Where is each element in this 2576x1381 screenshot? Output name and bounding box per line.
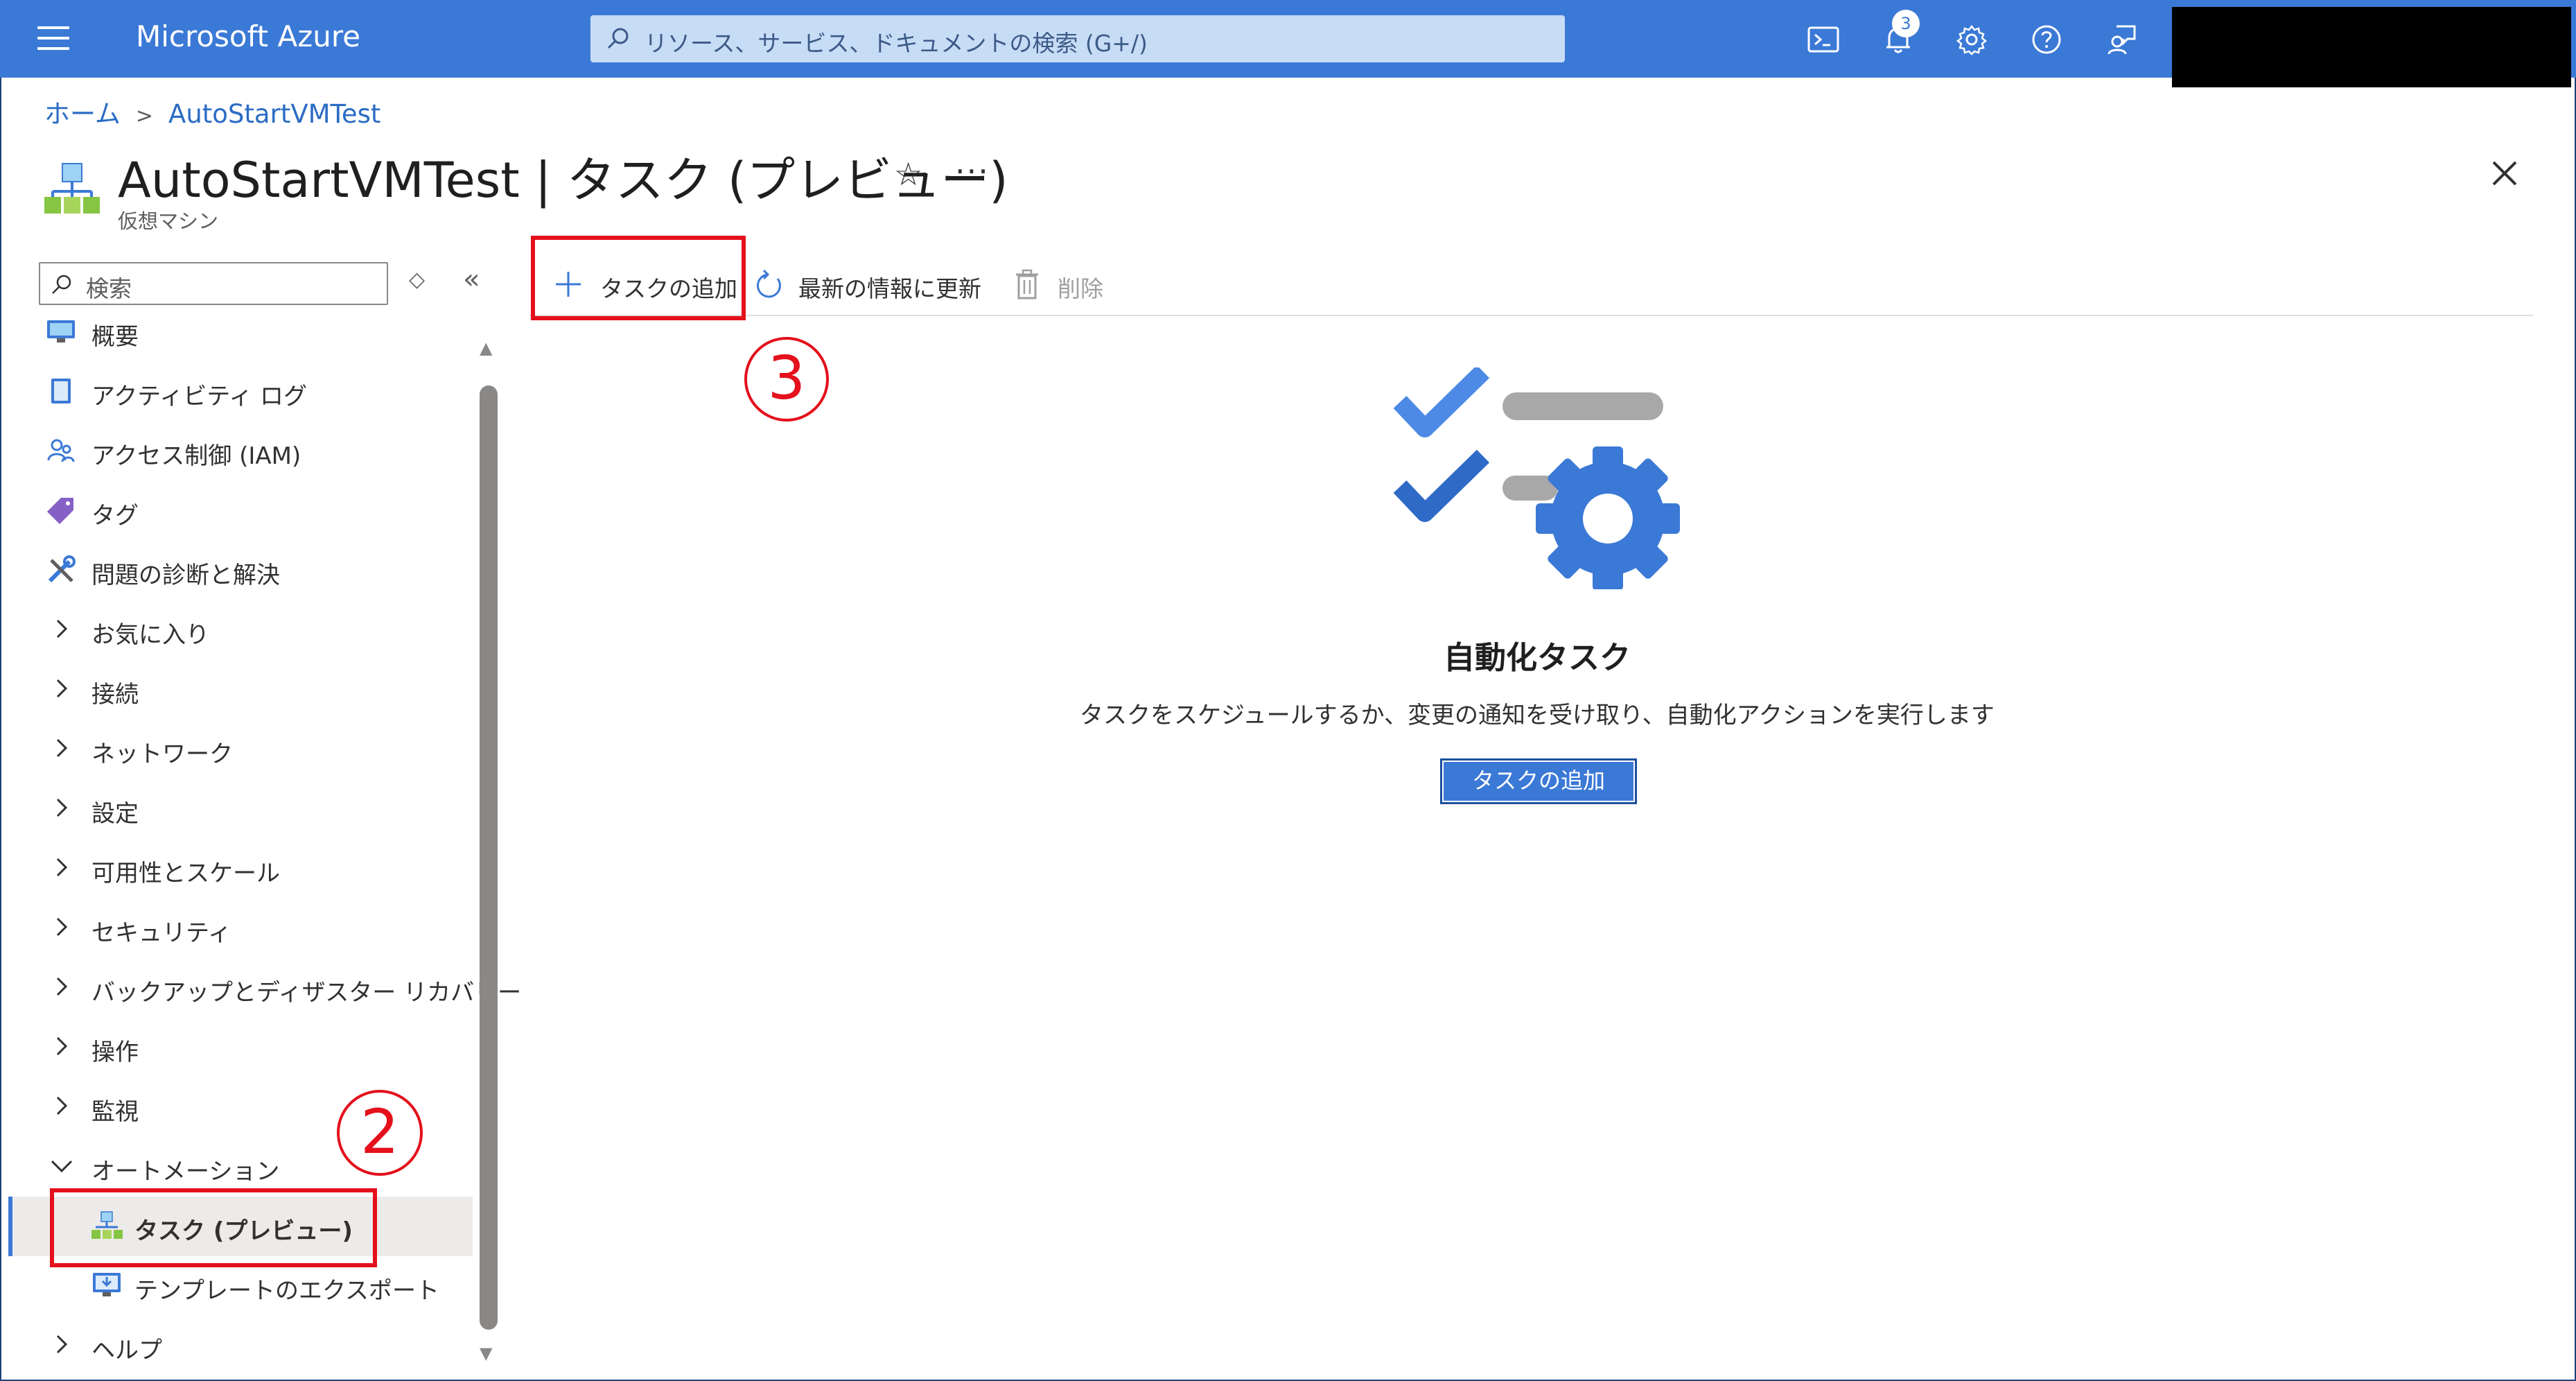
sidebar-group-availability[interactable]: 可用性とスケール — [8, 839, 473, 898]
breadcrumb-separator: > — [135, 104, 154, 128]
add-task-primary-button[interactable]: タスクの追加 — [1440, 758, 1637, 804]
annotation-step-3: 3 — [744, 337, 829, 422]
sidebar-item-label: オートメーション — [91, 1158, 280, 1185]
close-icon[interactable] — [2485, 154, 2524, 193]
sidebar-item-label: お気に入り — [91, 621, 209, 649]
sidebar-group-operations[interactable]: 操作 — [8, 1018, 473, 1077]
sidebar-item-label: 可用性とスケール — [91, 860, 280, 887]
collapse-sidebar-icon[interactable]: « — [463, 263, 480, 295]
sidebar-group-help[interactable]: ヘルプ — [8, 1316, 473, 1375]
chevron-down-icon — [51, 1160, 73, 1173]
sidebar-scrollbar-thumb[interactable] — [480, 385, 498, 1330]
tag-icon — [47, 498, 73, 524]
sidebar-item-label: ヘルプ — [91, 1337, 162, 1364]
chevron-right-icon — [56, 738, 68, 758]
chevron-right-icon — [56, 679, 68, 698]
breadcrumb: ホーム > AutoStartVMTest — [44, 93, 380, 130]
export-template-icon — [93, 1273, 121, 1296]
annotation-box-add-task — [531, 236, 746, 320]
sidebar-item-label: 問題の診断と解決 — [91, 562, 280, 589]
menu-icon[interactable] — [37, 26, 69, 51]
sidebar-item-label: アクティビティ ログ — [91, 383, 308, 410]
feedback-icon[interactable] — [2103, 21, 2140, 58]
sidebar-item-label: 監視 — [91, 1098, 139, 1126]
refresh-label: 最新の情報に更新 — [798, 275, 981, 302]
sidebar-item-tags[interactable]: タグ — [8, 481, 473, 541]
sidebar-item-label: バックアップとディザスター リカバリー — [91, 979, 522, 1007]
global-search-input[interactable]: リソース、サービス、ドキュメントの検索 (G+/) — [590, 15, 1565, 62]
delete-label: 削除 — [1058, 275, 1103, 302]
automation-tasks-illustration — [1393, 367, 1680, 589]
page-title: AutoStartVMTest | タスク (プレビュー) — [118, 152, 1008, 209]
trash-icon — [1016, 269, 1038, 299]
sidebar-item-label: 概要 — [91, 323, 139, 351]
search-icon — [607, 28, 629, 49]
chevron-right-icon — [56, 798, 68, 817]
sidebar-item-diagnose[interactable]: 問題の診断と解決 — [8, 541, 473, 600]
search-placeholder: リソース、サービス、ドキュメントの検索 (G+/) — [645, 30, 1148, 57]
sidebar-item-label: ネットワーク — [91, 740, 233, 768]
gear-icon[interactable] — [1953, 21, 1990, 58]
breadcrumb-resource[interactable]: AutoStartVMTest — [168, 99, 380, 129]
notification-badge: 3 — [1892, 10, 1920, 37]
empty-state-title: 自動化タスク — [1443, 639, 1631, 676]
log-icon — [51, 379, 71, 403]
sidebar-group-security[interactable]: セキュリティ — [8, 898, 473, 958]
more-icon[interactable]: ··· — [955, 153, 990, 190]
scroll-up-arrow[interactable]: ▲ — [480, 338, 492, 358]
sidebar-item-label: 接続 — [91, 681, 139, 709]
terminal-icon[interactable] — [1805, 21, 1842, 58]
chevron-right-icon — [56, 858, 68, 877]
resource-tasks-icon — [44, 163, 100, 214]
search-icon — [52, 275, 71, 294]
refresh-icon — [756, 269, 781, 298]
chevron-right-icon — [56, 917, 68, 937]
annotation-box-tasks — [50, 1188, 377, 1267]
sidebar-group-favorites[interactable]: お気に入り — [8, 600, 473, 660]
sidebar-item-activity-log[interactable]: アクティビティ ログ — [8, 362, 473, 422]
sidebar-item-label: 設定 — [91, 800, 139, 828]
empty-state-description: タスクをスケジュールするか、変更の通知を受け取り、自動化アクションを実行します — [1080, 702, 1995, 729]
sidebar-item-label: タグ — [91, 502, 139, 530]
help-icon[interactable] — [2028, 21, 2065, 58]
sidebar-item-iam[interactable]: アクセス制御 (IAM) — [8, 422, 473, 481]
sidebar-search-input[interactable]: 検索 — [39, 262, 388, 305]
chevron-right-icon — [56, 1036, 68, 1056]
expand-collapse-all-icon[interactable]: ◇ — [409, 268, 425, 292]
sidebar-item-label: 操作 — [91, 1039, 139, 1066]
brand-title[interactable]: Microsoft Azure — [136, 19, 360, 53]
annotation-step-2: 2 — [337, 1090, 423, 1176]
chevron-right-icon — [56, 977, 68, 996]
sidebar-search-placeholder: 検索 — [86, 275, 132, 302]
chevron-right-icon — [56, 619, 68, 639]
sidebar-group-backup[interactable]: バックアップとディザスター リカバリー — [8, 958, 521, 1018]
sidebar-item-label: アクセス制御 (IAM) — [91, 442, 301, 470]
chevron-right-icon — [56, 1096, 68, 1115]
wrench-icon — [48, 555, 76, 583]
sidebar-group-network[interactable]: ネットワーク — [8, 720, 473, 779]
refresh-button[interactable]: 最新の情報に更新 — [748, 261, 998, 308]
delete-button[interactable]: 削除 — [1009, 261, 1120, 308]
breadcrumb-home[interactable]: ホーム — [44, 99, 121, 129]
account-area-redacted[interactable] — [2172, 7, 2571, 87]
scroll-down-arrow[interactable]: ▼ — [480, 1344, 492, 1363]
sidebar-item-label: セキュリティ — [91, 919, 231, 947]
people-icon — [47, 439, 75, 462]
sidebar-group-settings[interactable]: 設定 — [8, 779, 473, 839]
toolbar-divider — [529, 315, 2534, 316]
sidebar-item-label: テンプレートのエクスポート — [134, 1277, 439, 1305]
sidebar-item-overview[interactable]: 概要 — [8, 302, 473, 362]
chevron-right-icon — [56, 1335, 68, 1354]
star-icon[interactable]: ☆ — [894, 155, 922, 193]
sidebar-group-connect[interactable]: 接続 — [8, 660, 473, 720]
page-subtitle: 仮想マシン — [118, 209, 219, 233]
monitor-icon — [47, 320, 75, 342]
